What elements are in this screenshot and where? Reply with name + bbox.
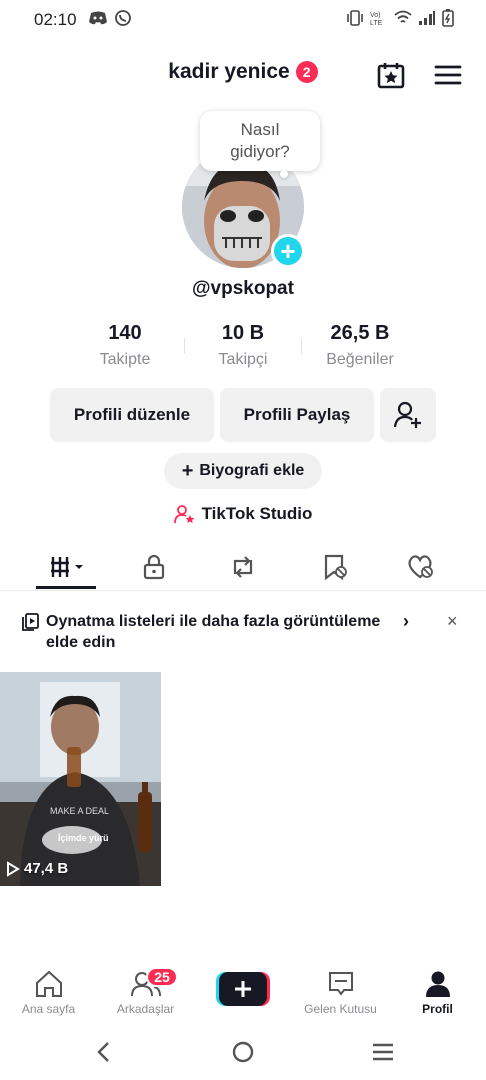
nav-inbox[interactable]: Gelen Kutusu (292, 970, 389, 1016)
svg-text:Vo): Vo) (370, 12, 381, 19)
tab-favorites[interactable] (286, 544, 383, 590)
status-bubble[interactable]: Nasıl gidiyor? (200, 111, 320, 171)
view-count: 47,4 B (24, 860, 69, 877)
playlist-icon (22, 613, 40, 636)
close-icon[interactable]: × (447, 611, 458, 632)
nav-profile[interactable]: Profil (389, 970, 486, 1016)
chevron-right-icon[interactable]: › (403, 611, 409, 632)
stat-value: 140 (108, 322, 142, 344)
home-circle-icon (232, 1041, 254, 1063)
nav-label: Arkadaşlar (116, 1002, 175, 1016)
video-thumbnail[interactable]: MAKE A DEAL (0, 672, 161, 886)
tiktok-studio-link[interactable]: TikTok Studio (0, 504, 486, 524)
bubble-tail (280, 170, 288, 178)
grid-videos-icon (50, 557, 83, 577)
svg-text:MAKE A DEAL: MAKE A DEAL (50, 806, 109, 816)
page-title: kadir yenice (168, 60, 290, 83)
recents-icon (373, 1043, 393, 1061)
stat-label: Takipte (99, 351, 151, 368)
header: kadir yenice 2 (0, 60, 486, 84)
tab-liked[interactable] (372, 544, 469, 590)
volte-icon: Vo)LTE (370, 12, 383, 26)
profile-icon (425, 971, 450, 997)
status-time: 02:10 (34, 10, 77, 29)
whatsapp-icon (115, 10, 131, 26)
calendar-star-icon (377, 63, 405, 89)
video-thumbnail-image: MAKE A DEAL (0, 672, 161, 886)
bubble-line-2: gidiyor? (230, 142, 290, 161)
inbox-icon (328, 972, 353, 996)
plus-icon: + (181, 459, 194, 482)
bookmark-hidden-icon (324, 554, 347, 581)
back-chevron-icon (97, 1042, 109, 1062)
edit-profile-button[interactable]: Profili düzenle (50, 388, 214, 442)
username: @vpskopat (192, 278, 294, 299)
promo-banner-text[interactable]: Oynatma listeleri ile daha fazla görüntü… (46, 611, 396, 653)
add-avatar-button[interactable]: + (271, 234, 305, 268)
system-back-button[interactable] (94, 1040, 114, 1069)
plus-icon (235, 981, 251, 997)
status-left-icons (88, 9, 132, 27)
nav-home[interactable]: Ana sayfa (0, 970, 97, 1016)
tab-reposts[interactable] (194, 544, 291, 590)
add-bio-label: Biyografi ekle (199, 462, 305, 479)
add-friends-button[interactable] (380, 388, 436, 442)
system-home-button[interactable] (231, 1040, 255, 1069)
stat-label: Takipçi (218, 351, 268, 368)
content-tabs (0, 544, 486, 591)
studio-label: TikTok Studio (201, 504, 313, 523)
add-user-icon (393, 401, 421, 428)
discord-icon (89, 11, 107, 25)
hamburger-menu-icon (434, 65, 462, 85)
video-views: 47,4 B (6, 860, 68, 877)
share-profile-button[interactable]: Profili Paylaş (220, 388, 374, 442)
stat-value: 26,5 B (330, 322, 390, 344)
nav-label: Gelen Kutusu (304, 1002, 377, 1016)
heart-hidden-icon (407, 555, 433, 579)
lock-icon (143, 554, 164, 580)
home-icon (35, 970, 62, 997)
system-recents-button[interactable] (370, 1040, 396, 1069)
user-star-icon (173, 505, 194, 524)
video-caption: İçimde yürü (58, 833, 109, 843)
tab-private[interactable] (105, 544, 202, 590)
stat-label: Beğeniler (326, 351, 394, 368)
calendar-button[interactable] (376, 60, 406, 95)
stat-value: 10 B (221, 322, 265, 344)
add-bio-button[interactable]: + Biyografi ekle (164, 453, 322, 489)
nav-label: Profil (422, 1002, 453, 1016)
stat-likes[interactable]: 26,5 B Beğeniler (300, 322, 420, 369)
friends-badge: 25 (146, 967, 178, 987)
account-switcher[interactable]: kadir yenice 2 (168, 60, 318, 84)
active-tab-indicator (36, 586, 96, 589)
bubble-line-1: Nasıl (240, 120, 280, 139)
create-button-face (219, 972, 267, 1006)
status-right-icons: Vo) LTE (346, 9, 454, 27)
repost-icon (233, 556, 252, 578)
stat-following[interactable]: 140 Takipte (65, 322, 185, 369)
tab-videos[interactable] (20, 544, 117, 590)
notification-badge: 2 (295, 61, 318, 83)
svg-text:LTE: LTE (370, 20, 383, 26)
signal-icon (419, 11, 435, 25)
menu-button[interactable] (434, 63, 462, 92)
stat-followers[interactable]: 10 B Takipçi (183, 322, 303, 369)
create-button[interactable] (216, 972, 270, 1006)
play-icon (7, 860, 20, 877)
wifi-icon (394, 10, 412, 23)
vibrate-icon (347, 10, 363, 26)
plus-icon: + (280, 236, 296, 266)
battery-icon (442, 9, 454, 27)
nav-label: Ana sayfa (21, 1002, 76, 1016)
